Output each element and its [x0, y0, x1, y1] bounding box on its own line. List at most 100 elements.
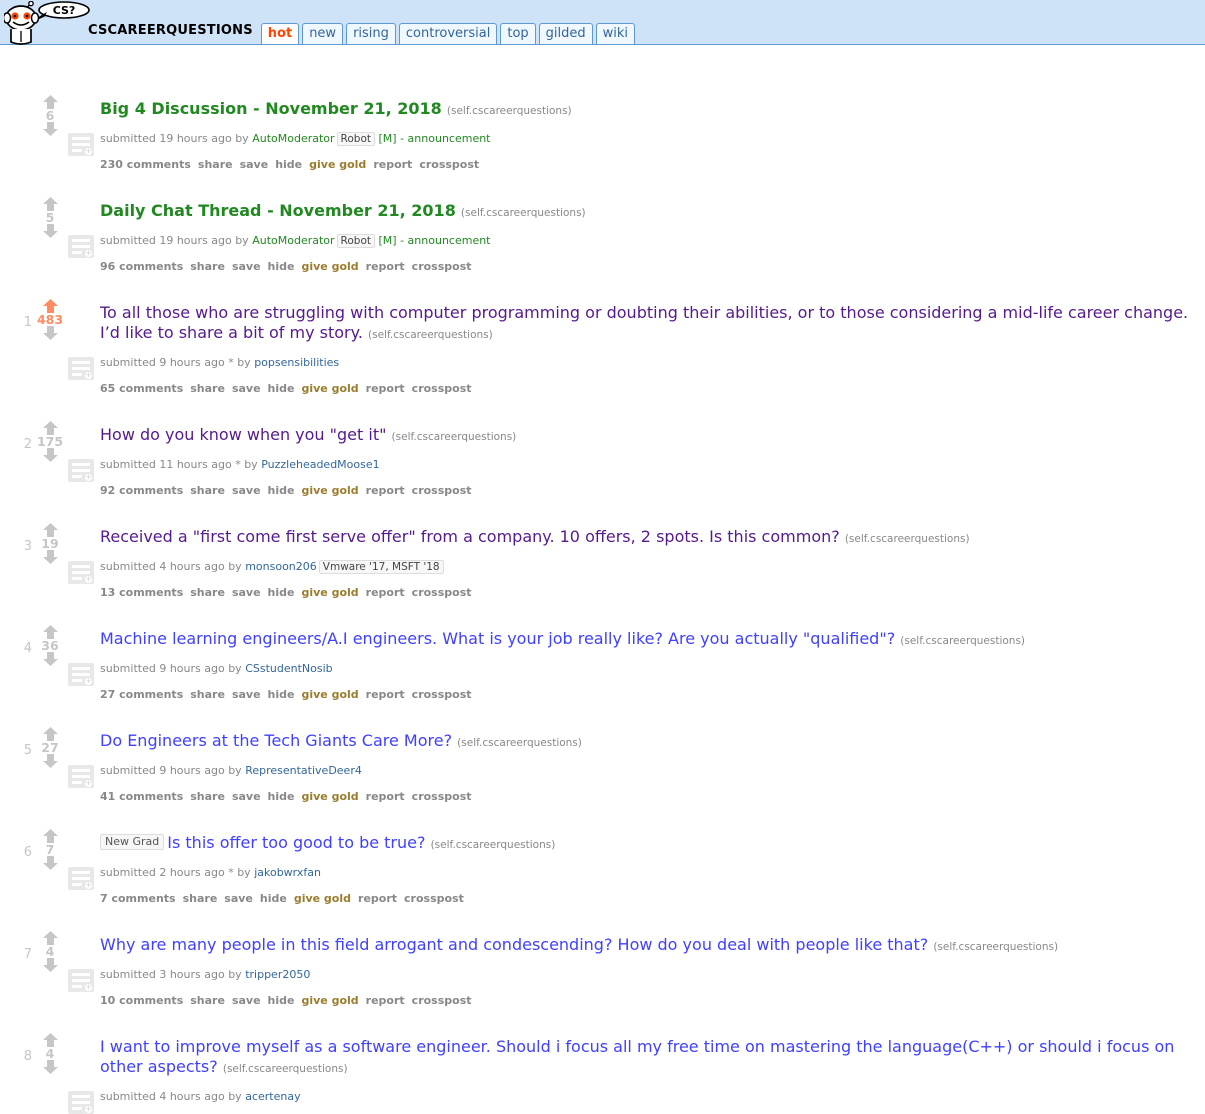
- post-self-thumbnail-icon[interactable]: +: [68, 357, 94, 380]
- post-title-link[interactable]: Machine learning engineers/A.I engineers…: [100, 629, 895, 648]
- upvote-arrow-icon[interactable]: [36, 523, 64, 537]
- post-hide-button[interactable]: hide: [268, 994, 295, 1007]
- downvote-arrow-icon[interactable]: [36, 754, 64, 768]
- post-crosspost-button[interactable]: crosspost: [412, 586, 472, 599]
- post-save-button[interactable]: save: [232, 688, 261, 701]
- post-save-button[interactable]: save: [232, 382, 261, 395]
- post-author-link[interactable]: tripper2050: [245, 968, 310, 981]
- post-domain[interactable]: (self.cscareerquestions): [392, 431, 517, 443]
- post-author-link[interactable]: popsensibilities: [254, 356, 339, 369]
- post-save-button[interactable]: save: [232, 484, 261, 497]
- upvote-arrow-icon[interactable]: [36, 727, 64, 741]
- post-self-thumbnail-icon[interactable]: +: [68, 235, 94, 258]
- downvote-arrow-icon[interactable]: [36, 448, 64, 462]
- post-report-button[interactable]: report: [366, 484, 405, 497]
- post-title-link[interactable]: Received a "first come first serve offer…: [100, 527, 840, 546]
- upvote-arrow-icon[interactable]: [36, 95, 64, 109]
- post-hide-button[interactable]: hide: [268, 586, 295, 599]
- post-report-button[interactable]: report: [358, 892, 397, 905]
- post-crosspost-button[interactable]: crosspost: [412, 382, 472, 395]
- post-crosspost-button[interactable]: crosspost: [419, 158, 479, 171]
- post-share-button[interactable]: share: [190, 994, 225, 1007]
- post-give-gold-button[interactable]: give gold: [294, 892, 351, 905]
- post-domain[interactable]: (self.cscareerquestions): [368, 329, 493, 341]
- post-self-thumbnail-icon[interactable]: +: [68, 133, 94, 156]
- post-domain[interactable]: (self.cscareerquestions): [845, 533, 970, 545]
- post-author-link[interactable]: PuzzleheadedMoose1: [261, 458, 379, 471]
- post-self-thumbnail-icon[interactable]: +: [68, 867, 94, 890]
- post-share-button[interactable]: share: [183, 892, 218, 905]
- post-hide-button[interactable]: hide: [268, 484, 295, 497]
- post-author-link[interactable]: monsoon206: [245, 560, 317, 573]
- post-crosspost-button[interactable]: crosspost: [412, 994, 472, 1007]
- tab-hot[interactable]: hot: [260, 23, 300, 44]
- post-save-button[interactable]: save: [232, 790, 261, 803]
- upvote-arrow-icon[interactable]: [36, 829, 64, 843]
- post-report-button[interactable]: report: [366, 382, 405, 395]
- post-domain[interactable]: (self.cscareerquestions): [900, 635, 1025, 647]
- post-title-link[interactable]: Big 4 Discussion - November 21, 2018: [100, 99, 442, 118]
- post-share-button[interactable]: share: [190, 586, 225, 599]
- post-self-thumbnail-icon[interactable]: +: [68, 663, 94, 686]
- post-hide-button[interactable]: hide: [268, 688, 295, 701]
- post-title-link[interactable]: Daily Chat Thread - November 21, 2018: [100, 201, 456, 220]
- post-title-link[interactable]: Do Engineers at the Tech Giants Care Mor…: [100, 731, 452, 750]
- post-report-button[interactable]: report: [366, 586, 405, 599]
- post-self-thumbnail-icon[interactable]: +: [68, 969, 94, 992]
- post-domain[interactable]: (self.cscareerquestions): [933, 941, 1058, 953]
- post-report-button[interactable]: report: [366, 790, 405, 803]
- post-comments-link[interactable]: 13 comments: [100, 586, 183, 599]
- upvote-arrow-icon[interactable]: [36, 421, 64, 435]
- upvote-arrow-icon[interactable]: [36, 299, 64, 313]
- downvote-arrow-icon[interactable]: [36, 652, 64, 666]
- post-crosspost-button[interactable]: crosspost: [404, 892, 464, 905]
- upvote-arrow-icon[interactable]: [36, 625, 64, 639]
- post-save-button[interactable]: save: [232, 260, 261, 273]
- post-report-button[interactable]: report: [366, 260, 405, 273]
- post-author-link[interactable]: AutoModerator: [252, 234, 334, 247]
- post-self-thumbnail-icon[interactable]: +: [68, 1091, 94, 1114]
- post-give-gold-button[interactable]: give gold: [301, 688, 358, 701]
- post-domain[interactable]: (self.cscareerquestions): [223, 1063, 348, 1075]
- post-self-thumbnail-icon[interactable]: +: [68, 765, 94, 788]
- post-save-button[interactable]: save: [224, 892, 253, 905]
- tab-wiki[interactable]: wiki: [595, 23, 636, 44]
- post-domain[interactable]: (self.cscareerquestions): [431, 839, 556, 851]
- post-crosspost-button[interactable]: crosspost: [412, 260, 472, 273]
- post-title-link[interactable]: To all those who are struggling with com…: [100, 303, 1188, 342]
- post-give-gold-button[interactable]: give gold: [301, 484, 358, 497]
- post-title-link[interactable]: Is this offer too good to be true?: [167, 833, 425, 852]
- post-self-thumbnail-icon[interactable]: +: [68, 561, 94, 584]
- post-save-button[interactable]: save: [232, 586, 261, 599]
- post-hide-button[interactable]: hide: [275, 158, 302, 171]
- post-hide-button[interactable]: hide: [268, 382, 295, 395]
- reddit-alien-logo[interactable]: CS?: [2, 0, 90, 45]
- post-save-button[interactable]: save: [240, 158, 269, 171]
- tab-new[interactable]: new: [302, 23, 344, 44]
- post-comments-link[interactable]: 27 comments: [100, 688, 183, 701]
- upvote-arrow-icon[interactable]: [36, 931, 64, 945]
- post-author-link[interactable]: acertenay: [245, 1090, 300, 1103]
- post-comments-link[interactable]: 7 comments: [100, 892, 176, 905]
- post-share-button[interactable]: share: [190, 688, 225, 701]
- post-crosspost-button[interactable]: crosspost: [412, 790, 472, 803]
- post-share-button[interactable]: share: [198, 158, 233, 171]
- downvote-arrow-icon[interactable]: [36, 958, 64, 972]
- post-hide-button[interactable]: hide: [260, 892, 287, 905]
- post-comments-link[interactable]: 230 comments: [100, 158, 191, 171]
- post-domain[interactable]: (self.cscareerquestions): [461, 207, 586, 219]
- post-comments-link[interactable]: 92 comments: [100, 484, 183, 497]
- upvote-arrow-icon[interactable]: [36, 1033, 64, 1047]
- post-give-gold-button[interactable]: give gold: [301, 382, 358, 395]
- downvote-arrow-icon[interactable]: [36, 326, 64, 340]
- tab-rising[interactable]: rising: [346, 23, 396, 44]
- post-self-thumbnail-icon[interactable]: +: [68, 459, 94, 482]
- post-title-link[interactable]: Why are many people in this field arroga…: [100, 935, 928, 954]
- post-save-button[interactable]: save: [232, 994, 261, 1007]
- post-report-button[interactable]: report: [373, 158, 412, 171]
- post-report-button[interactable]: report: [366, 688, 405, 701]
- post-report-button[interactable]: report: [366, 994, 405, 1007]
- upvote-arrow-icon[interactable]: [36, 197, 64, 211]
- post-author-link[interactable]: jakobwrxfan: [254, 866, 321, 879]
- downvote-arrow-icon[interactable]: [36, 1060, 64, 1074]
